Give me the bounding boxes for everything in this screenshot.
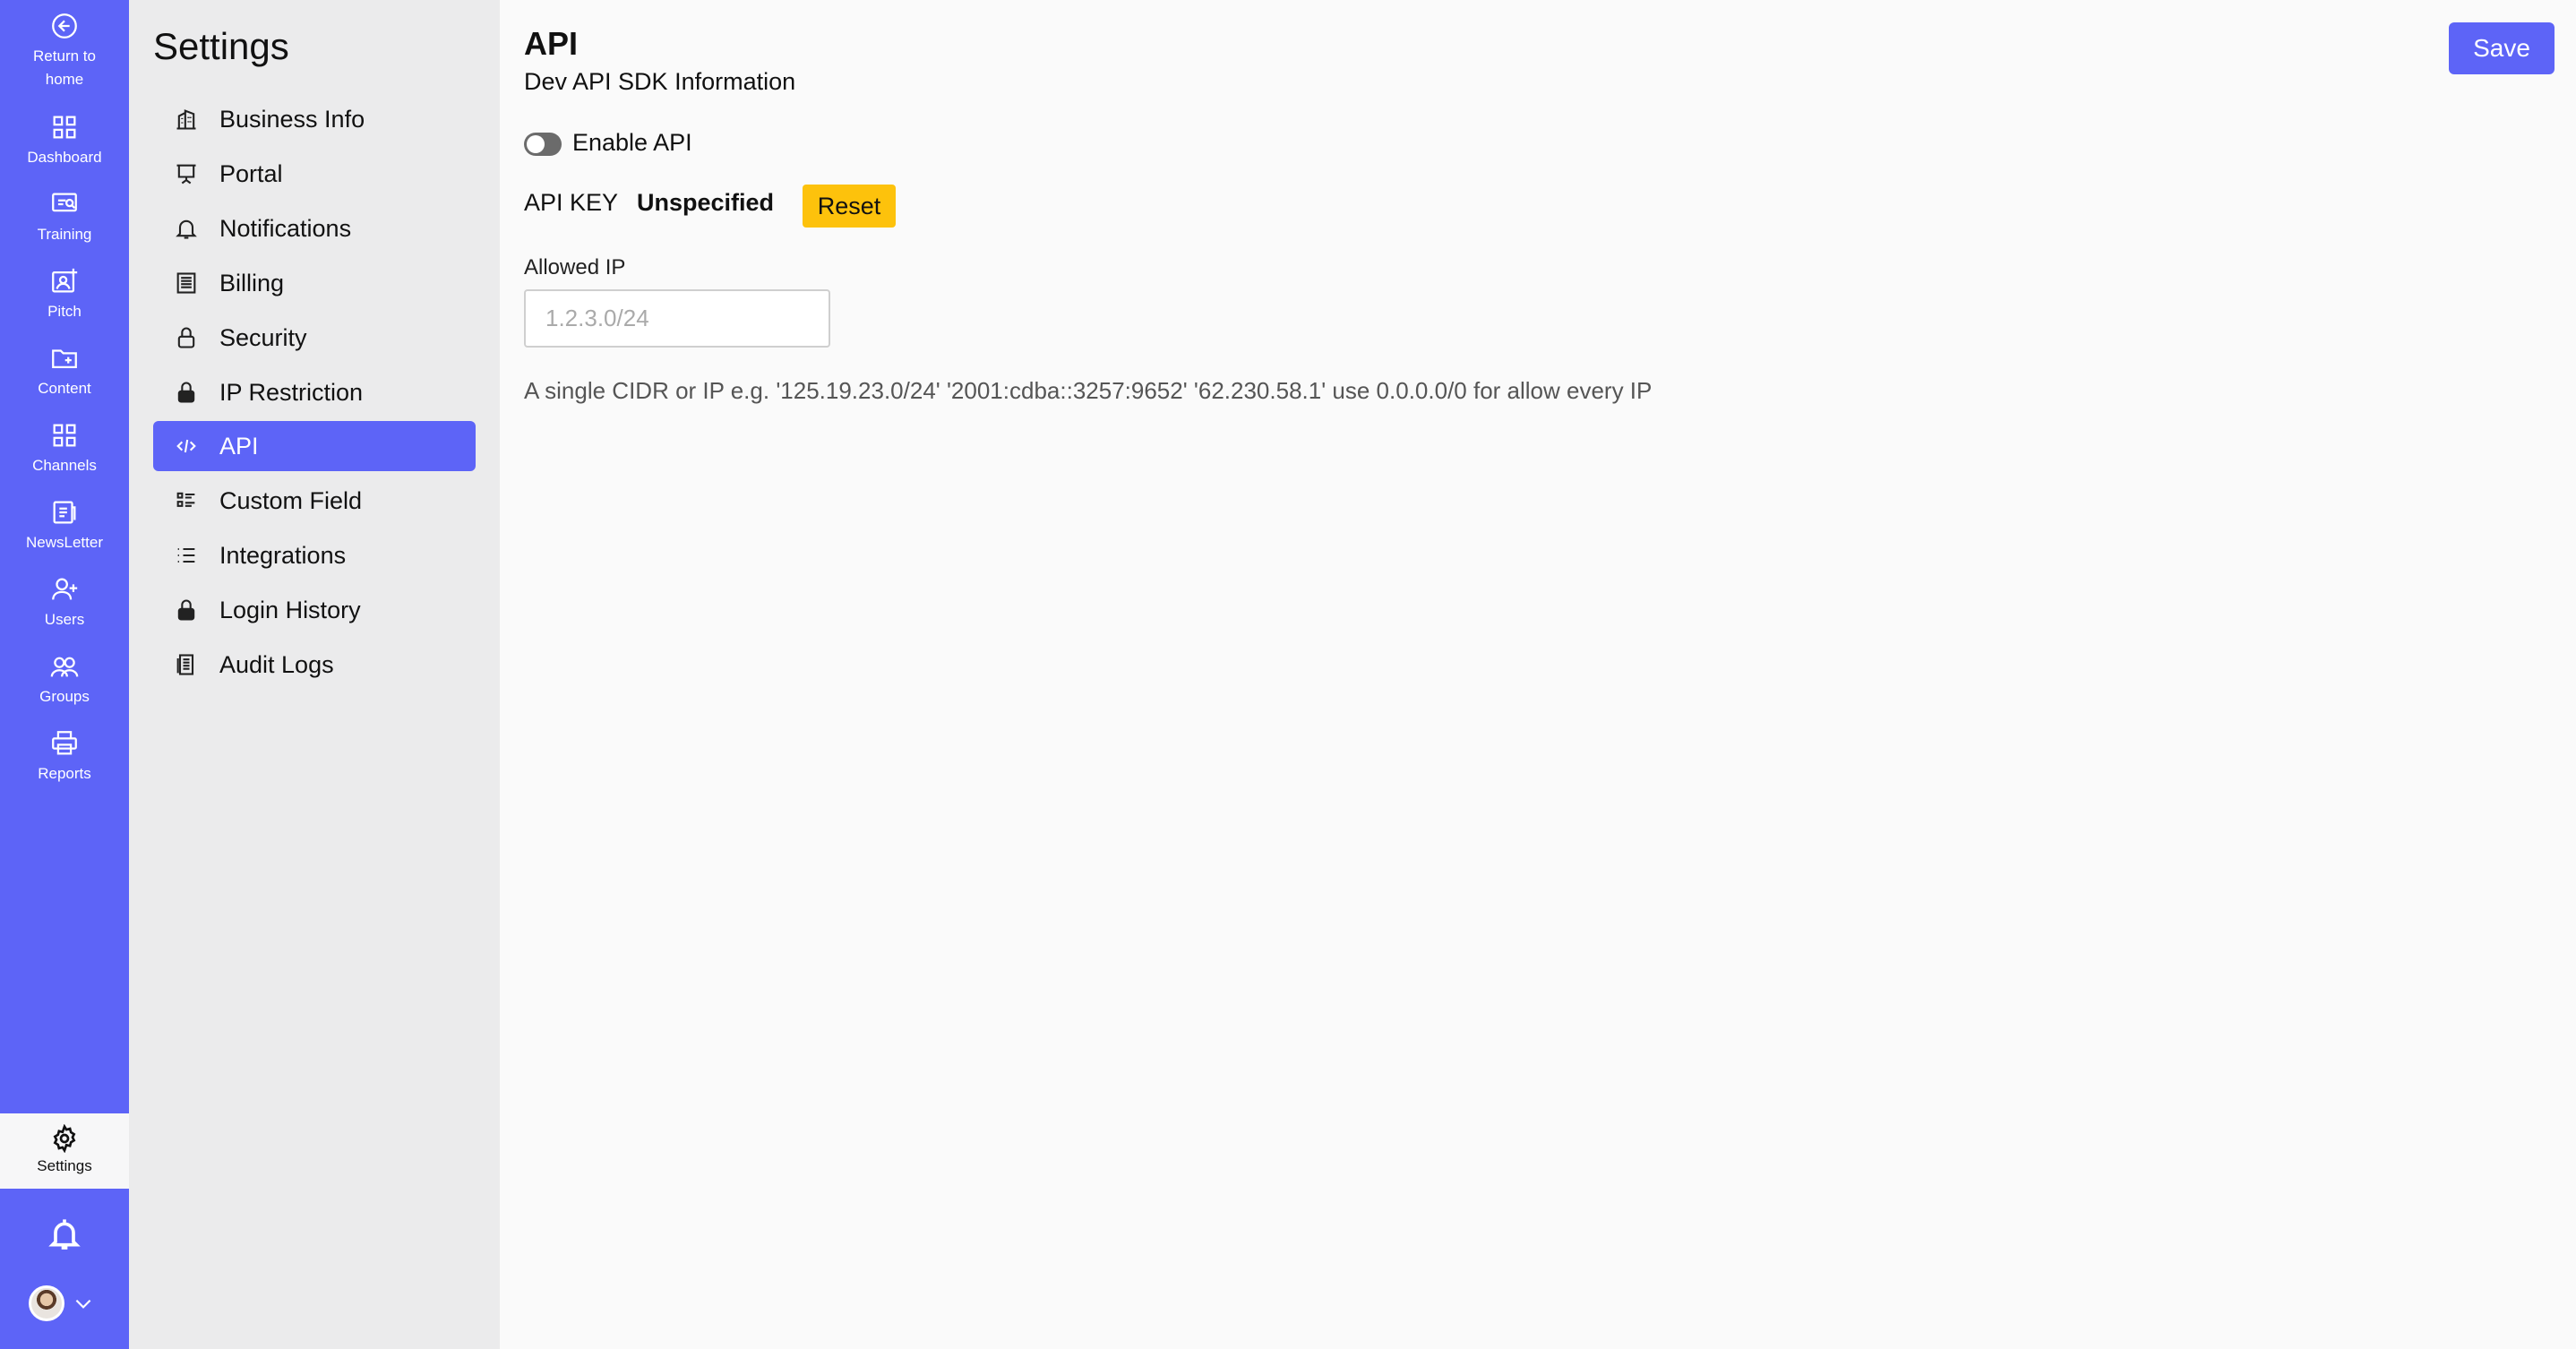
newsletter-icon <box>53 501 76 524</box>
bell-icon <box>48 1219 81 1250</box>
settings-sidebar: Settings Business Info Portal Notificati… <box>129 0 500 1349</box>
settings-title: Settings <box>153 25 289 67</box>
lock-icon <box>177 382 195 403</box>
return-home-button[interactable]: Return to home <box>0 11 129 91</box>
rail-label: Reports <box>38 765 91 782</box>
settings-item-label: API <box>219 432 259 460</box>
settings-item-label: Integrations <box>219 541 347 569</box>
rail-item-newsletter[interactable]: NewsLetter <box>0 497 129 554</box>
return-home-label: Return to home <box>33 47 96 88</box>
lock-icon <box>177 599 195 621</box>
rail-item-content[interactable]: Content <box>0 343 129 400</box>
settings-item-label: Audit Logs <box>219 650 334 678</box>
code-icon <box>176 439 196 453</box>
api-key-label: API KEY <box>524 189 619 216</box>
avatar <box>29 1285 64 1321</box>
rail-item-dashboard[interactable]: Dashboard <box>0 112 129 169</box>
settings-item-custom-field[interactable]: Custom Field <box>153 476 476 526</box>
settings-item-label: Notifications <box>219 214 352 242</box>
allowed-ip-help-text: A single CIDR or IP e.g. '125.19.23.0/24… <box>524 377 1653 404</box>
rail-label: Content <box>38 380 91 397</box>
notifications-button[interactable] <box>47 1216 82 1252</box>
rail-label: Groups <box>39 688 90 705</box>
lock-open-icon <box>177 327 195 348</box>
user-plus-icon <box>52 578 78 600</box>
settings-item-label: IP Restriction <box>219 378 364 406</box>
settings-item-business-info[interactable]: Business Info <box>153 94 476 144</box>
settings-item-security[interactable]: Security <box>153 313 476 363</box>
list-icon <box>177 547 195 563</box>
rail-label: Dashboard <box>27 149 102 166</box>
settings-item-label: Custom Field <box>219 486 363 514</box>
rail-item-training[interactable]: Training <box>0 189 129 246</box>
allowed-ip-input[interactable] <box>524 289 830 348</box>
form-list-icon <box>176 492 195 507</box>
settings-item-label: Login History <box>219 596 361 623</box>
printer-icon <box>52 731 77 755</box>
training-icon <box>52 193 77 212</box>
rail-label: Training <box>37 226 92 243</box>
page-title: API <box>524 25 579 62</box>
building-icon <box>176 109 196 130</box>
settings-item-portal[interactable]: Portal <box>153 149 476 199</box>
settings-item-label: Portal <box>219 159 283 187</box>
settings-item-api[interactable]: API <box>153 421 476 471</box>
presentation-icon <box>176 164 196 185</box>
rail-item-users[interactable]: Users <box>0 574 129 632</box>
rail-item-reports[interactable]: Reports <box>0 728 129 786</box>
enable-api-label: Enable API <box>572 129 692 156</box>
bell-icon <box>176 219 197 239</box>
rail-label: NewsLetter <box>26 534 103 551</box>
folder-plus-icon <box>52 349 77 369</box>
settings-item-label: Security <box>219 323 307 351</box>
rail-item-channels[interactable]: Channels <box>0 420 129 477</box>
enable-api-toggle[interactable] <box>524 133 562 156</box>
settings-item-login-history[interactable]: Login History <box>153 585 476 635</box>
gear-icon <box>53 1124 76 1153</box>
rail-label: Channels <box>32 457 97 474</box>
arrow-circle-left-icon <box>52 13 77 39</box>
settings-item-notifications[interactable]: Notifications <box>153 203 476 253</box>
grid-icon <box>53 424 76 447</box>
rail-label: Pitch <box>47 303 82 320</box>
grid-icon <box>53 116 76 139</box>
settings-item-label: Billing <box>219 269 285 296</box>
save-button[interactable]: Save <box>2449 22 2555 74</box>
billing-icon <box>176 272 196 294</box>
users-icon <box>50 657 79 677</box>
settings-item-billing[interactable]: Billing <box>153 258 476 308</box>
api-settings-panel: API Dev API SDK Information Save Enable … <box>500 0 2576 1349</box>
reset-api-key-button[interactable]: Reset <box>803 185 896 228</box>
audit-icon <box>176 654 194 675</box>
pitch-icon <box>52 268 78 293</box>
allowed-ip-label: Allowed IP <box>524 255 626 279</box>
chevron-down-icon <box>72 1292 95 1315</box>
rail-label: Settings <box>37 1157 92 1174</box>
page-subtitle: Dev API SDK Information <box>524 68 796 95</box>
rail-item-pitch[interactable]: Pitch <box>0 266 129 323</box>
rail-label: Users <box>44 611 85 628</box>
rail-item-settings[interactable]: Settings <box>0 1113 129 1189</box>
settings-item-label: Business Info <box>219 105 365 133</box>
settings-item-audit-logs[interactable]: Audit Logs <box>153 640 476 690</box>
rail-item-groups[interactable]: Groups <box>0 651 129 709</box>
api-key-value: Unspecified <box>637 189 775 216</box>
settings-item-ip-restriction[interactable]: IP Restriction <box>153 367 476 417</box>
app-rail: Return to home Dashboard Training Pitch … <box>0 0 129 1349</box>
settings-item-integrations[interactable]: Integrations <box>153 530 476 580</box>
profile-menu[interactable] <box>29 1285 95 1321</box>
